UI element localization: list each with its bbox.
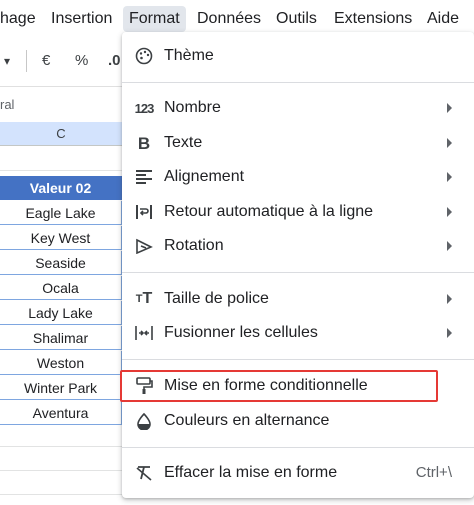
menu-divider [122,359,474,360]
menu-item-label: Fusionner les cellules [164,324,318,341]
table-cell[interactable]: Shalimar [0,326,122,350]
empty-row[interactable] [0,422,122,447]
align-left-icon [134,168,154,186]
bold-b-icon: B [137,133,151,153]
menu-donnees[interactable]: Données [191,6,267,32]
zoom-dropdown-caret-icon[interactable]: ▾ [4,50,10,72]
menu-item-label: Taille de police [164,290,269,307]
table-cell[interactable]: Aventura [0,401,122,425]
submenu-arrow-icon [447,138,452,148]
highlight-box [120,370,438,402]
menu-item-clear-formatting[interactable]: Effacer la mise en forme Ctrl+\ [122,457,474,489]
submenu-arrow-icon [447,294,452,304]
currency-format-button[interactable]: € [42,50,50,72]
percent-format-button[interactable]: % [75,50,88,72]
table-cell[interactable]: Key West [0,226,122,250]
menu-item-alignment[interactable]: Alignement [122,161,474,193]
menu-item-font-size[interactable]: TT Taille de police [122,283,474,315]
text-wrap-icon [134,203,154,221]
table-cell[interactable]: Seaside [0,251,122,275]
table-cell[interactable]: Eagle Lake [0,201,122,225]
table-header-cell[interactable]: Valeur 02 [0,176,122,200]
name-box[interactable]: ral [0,97,14,112]
menu-item-text-wrap[interactable]: Retour automatique à la ligne [122,196,474,228]
menu-divider [122,447,474,448]
menu-item-alternating-colors[interactable]: Couleurs en alternance [122,405,474,437]
menu-item-label: Rotation [164,237,224,254]
empty-row[interactable] [0,146,122,171]
clear-format-icon [134,464,154,482]
menu-item-label: Couleurs en alternance [164,412,330,429]
menu-item-label: Texte [164,134,203,151]
menu-item-label: Alignement [164,168,245,185]
decrease-decimal-button[interactable]: .0 [108,50,121,72]
table-cell[interactable]: Lady Lake [0,301,122,325]
menu-item-label: Retour automatique à la ligne [164,203,374,220]
font-size-icon: TT [135,290,153,307]
keyboard-shortcut: Ctrl+\ [415,464,452,481]
merge-cells-icon [134,324,154,342]
table-cell[interactable]: Ocala [0,276,122,300]
table-cell[interactable]: Weston [0,351,122,375]
submenu-arrow-icon [447,241,452,251]
submenu-arrow-icon [447,103,452,113]
column-header-label: C [56,126,66,141]
menu-item-theme[interactable]: Thème [122,40,474,72]
menu-outils[interactable]: Outils [270,6,323,32]
number-123-icon: 123 [134,100,155,116]
empty-row[interactable] [0,446,122,471]
menu-item-rotation[interactable]: Rotation [122,230,474,262]
menu-format[interactable]: Format [123,6,186,32]
menu-item-merge-cells[interactable]: Fusionner les cellules [122,317,474,349]
submenu-arrow-icon [447,207,452,217]
menu-aide[interactable]: Aide [421,6,465,32]
toolbar-separator [26,50,27,72]
submenu-arrow-icon [447,172,452,182]
menu-item-label: Effacer la mise en forme [164,464,338,481]
contrast-drop-icon [134,412,154,430]
menu-divider [122,82,474,83]
column-header-c[interactable]: C [0,122,122,146]
menu-item-label: Thème [164,47,214,64]
menu-item-text[interactable]: B Texte [122,127,474,159]
empty-row[interactable] [0,470,122,495]
menu-item-label: Nombre [164,99,221,116]
text-rotation-icon [134,237,154,255]
menu-extensions[interactable]: Extensions [328,6,418,32]
menu-item-number[interactable]: 123 Nombre [122,92,474,124]
menu-insertion[interactable]: Insertion [45,6,118,32]
format-menu: Thème 123 Nombre B Texte Alignement Reto… [122,32,474,498]
palette-icon [134,47,154,65]
menu-affichage[interactable]: hage [0,6,42,32]
menu-divider [122,272,474,273]
table-cell[interactable]: Winter Park [0,376,122,400]
submenu-arrow-icon [447,328,452,338]
